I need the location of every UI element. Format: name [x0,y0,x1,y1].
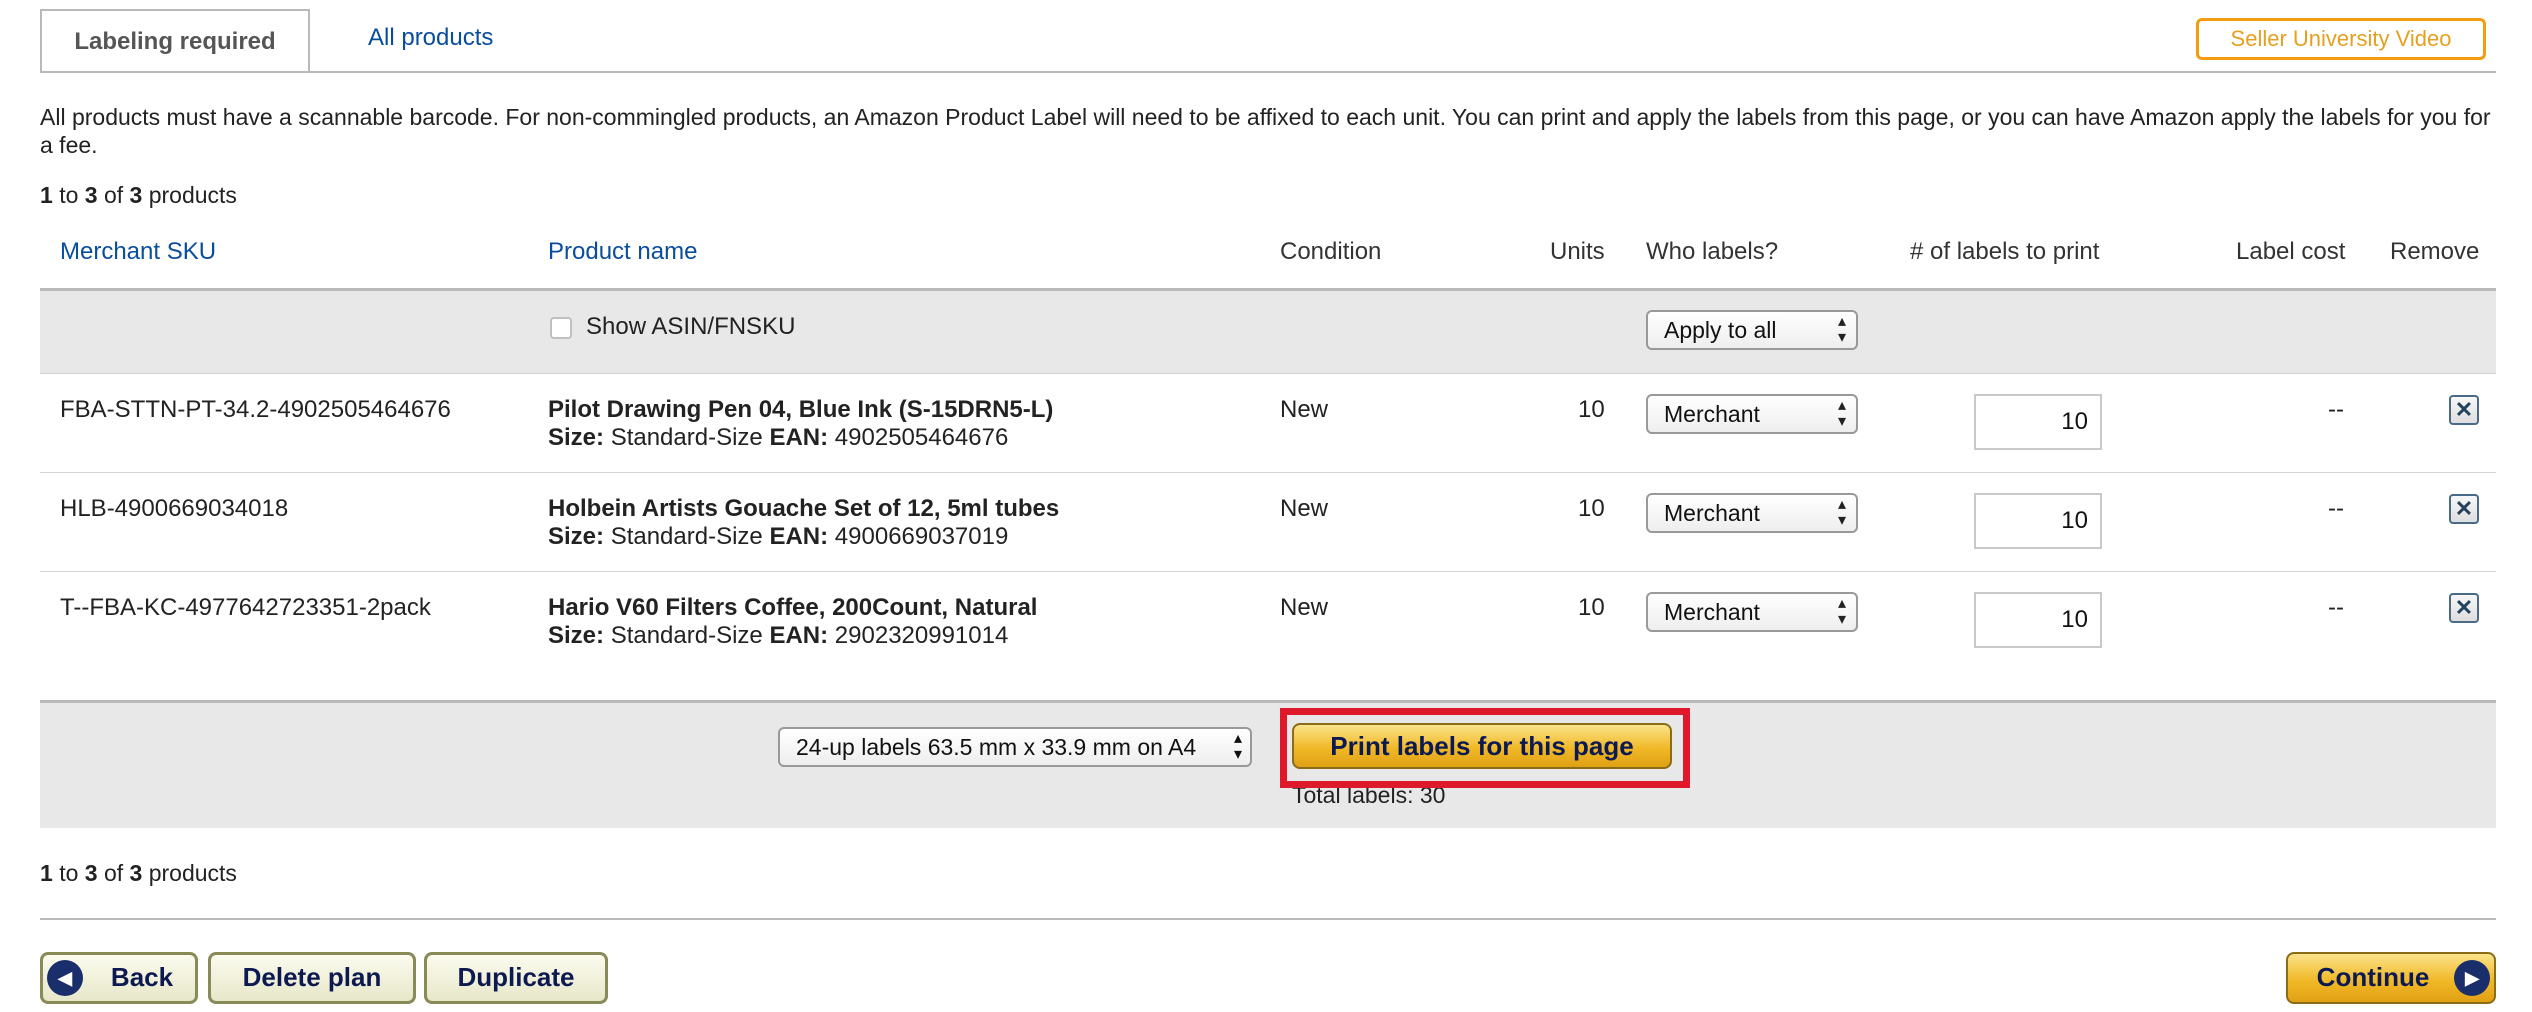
arrow-left-icon: ◀ [47,960,83,996]
row-2-who-labels-value: Merchant [1664,500,1760,526]
row-3-product-name: Hario V60 Filters Coffee, 200Count, Natu… [548,594,1038,621]
row-2-size: Standard-Size [610,523,763,550]
row-1-ean-label: EAN: [769,424,829,451]
select-arrows-icon: ▴ ▾ [1233,730,1242,763]
select-arrows-icon: ▴ ▾ [1837,313,1846,346]
pagination-to-word: to [59,860,79,886]
pagination-from: 1 [40,182,53,208]
row-3-size: Standard-Size [610,622,763,649]
header-label-cost: Label cost [2236,238,2346,265]
row-2-ean: 4900669037019 [834,523,1009,550]
pagination-total: 3 [129,860,143,886]
row-1-condition: New [1280,396,1329,423]
continue-button[interactable]: Continue ▶ [2286,952,2496,1004]
send-inventory-page: Labeling required All products Seller Un… [0,0,2532,1012]
select-arrows-icon: ▴ ▾ [1837,397,1846,430]
row-3-ean: 2902320991014 [834,622,1009,649]
pagination-top: 1 to 3 of 3 products [40,182,237,209]
row-3-condition: New [1280,594,1329,621]
apply-to-all-select[interactable]: Apply to all ▴ ▾ [1646,310,1858,350]
header-units: Units [1550,238,1605,265]
select-arrows-icon: ▴ ▾ [1837,496,1846,529]
row-divider [40,472,2496,473]
row-1-units: 10 [1578,396,1605,423]
pagination-of-word: of [103,860,124,886]
pagination-from: 1 [40,860,53,886]
row-2-labels-input[interactable]: 10 [1974,493,2102,549]
duplicate-button[interactable]: Duplicate [424,952,608,1004]
print-labels-panel [40,700,2496,828]
row-1-who-labels-select[interactable]: Merchant ▴ ▾ [1646,394,1858,434]
header-who-labels: Who labels? [1646,238,1779,265]
row-2-product-name: Holbein Artists Gouache Set of 12, 5ml t… [548,495,1060,522]
pagination-bottom: 1 to 3 of 3 products [40,860,237,887]
pagination-to: 3 [84,860,98,886]
delete-plan-button[interactable]: Delete plan [208,952,416,1004]
header-condition: Condition [1280,238,1382,265]
pagination-suffix: products [148,860,237,886]
header-merchant-sku[interactable]: Merchant SKU [60,238,216,266]
label-format-value: 24-up labels 63.5 mm x 33.9 mm on A4 [796,734,1197,760]
row-3-product-meta: Size: Standard-Size EAN: 2902320991014 [548,622,1008,650]
row-1-size-label: Size: [548,424,605,451]
header-labels-to-print: # of labels to print [1910,238,2100,265]
label-format-select[interactable]: 24-up labels 63.5 mm x 33.9 mm on A4 ▴ ▾ [778,727,1252,767]
select-arrows-icon: ▴ ▾ [1837,595,1846,628]
row-1-remove-icon[interactable]: ✕ [2449,395,2479,425]
row-2-who-labels-select[interactable]: Merchant ▴ ▾ [1646,493,1858,533]
pagination-suffix: products [148,182,237,208]
row-1-size: Standard-Size [610,424,763,451]
pagination-total: 3 [129,182,143,208]
table-options-row [40,288,2496,374]
row-divider [40,373,2496,374]
apply-to-all-value: Apply to all [1664,317,1777,343]
row-1-product-name: Pilot Drawing Pen 04, Blue Ink (S-15DRN5… [548,396,1054,423]
row-2-units: 10 [1578,495,1605,522]
row-2-remove-icon[interactable]: ✕ [2449,494,2479,524]
tab-labeling-required[interactable]: Labeling required [40,9,310,73]
row-3-who-labels-value: Merchant [1664,599,1760,625]
row-3-remove-icon[interactable]: ✕ [2449,593,2479,623]
row-3-labels-input[interactable]: 10 [1974,592,2102,648]
row-1-label-cost: -- [2328,396,2344,423]
back-button[interactable]: ◀ Back [40,952,198,1004]
row-2-condition: New [1280,495,1329,522]
seller-university-video-button[interactable]: Seller University Video [2196,18,2486,60]
tab-all-products[interactable]: All products [368,24,493,52]
pagination-of-word: of [103,182,124,208]
row-1-sku: FBA-STTN-PT-34.2-4902505464676 [60,396,451,423]
header-product-name[interactable]: Product name [548,238,697,266]
labeling-instructions: All products must have a scannable barco… [40,104,2491,158]
tabs-divider [40,71,2496,73]
row-3-sku: T--FBA-KC-4977642723351-2pack [60,594,431,621]
footer-divider [40,918,2496,920]
row-2-label-cost: -- [2328,495,2344,522]
row-3-label-cost: -- [2328,594,2344,621]
row-1-ean: 4902505464676 [834,424,1009,451]
pagination-to: 3 [84,182,98,208]
print-labels-button[interactable]: Print labels for this page [1292,723,1672,769]
row-2-product-meta: Size: Standard-Size EAN: 4900669037019 [548,523,1008,551]
row-1-product-meta: Size: Standard-Size EAN: 4902505464676 [548,424,1008,452]
row-3-size-label: Size: [548,622,605,649]
header-remove: Remove [2390,238,2480,265]
show-asin-label: Show ASIN/FNSKU [586,313,796,340]
row-2-sku: HLB-4900669034018 [60,495,289,522]
row-2-size-label: Size: [548,523,605,550]
row-3-units: 10 [1578,594,1605,621]
show-asin-checkbox[interactable] [550,317,572,339]
back-label: Back [110,962,174,992]
row-1-who-labels-value: Merchant [1664,401,1760,427]
row-3-who-labels-select[interactable]: Merchant ▴ ▾ [1646,592,1858,632]
row-2-ean-label: EAN: [769,523,829,550]
row-3-ean-label: EAN: [769,622,829,649]
pagination-to-word: to [59,182,79,208]
row-1-labels-input[interactable]: 10 [1974,394,2102,450]
arrow-right-icon: ▶ [2454,960,2490,996]
row-divider [40,571,2496,572]
continue-label: Continue [2316,962,2430,992]
